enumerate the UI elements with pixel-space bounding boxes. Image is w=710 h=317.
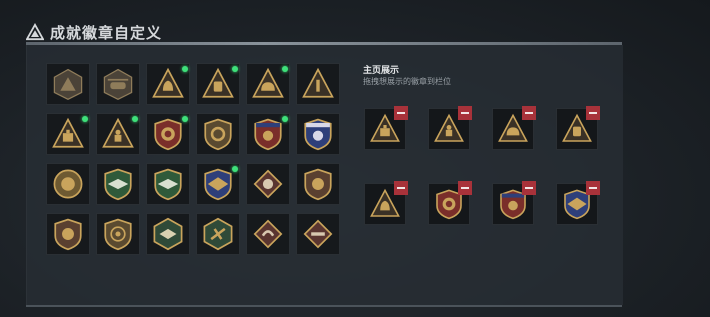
bell-triangle-badge-icon: [152, 67, 184, 98]
badge-cell[interactable]: [96, 63, 140, 105]
target-shield-badge-icon: [104, 218, 132, 251]
new-indicator: [232, 166, 238, 172]
showcase-slot[interactable]: [428, 106, 472, 150]
lion-shield-badge-icon: [54, 218, 82, 251]
badge-cell[interactable]: [196, 63, 240, 105]
triangle-logo-icon: [26, 23, 44, 41]
new-indicator: [232, 66, 238, 72]
badge-cell[interactable]: [246, 113, 290, 155]
dragon-diamond-badge-icon: [253, 219, 283, 249]
showcase-slot[interactable]: [556, 181, 600, 225]
remove-button[interactable]: [458, 181, 472, 195]
badge-cell[interactable]: [296, 213, 340, 255]
minus-icon: [397, 187, 405, 189]
badge-cell[interactable]: [196, 113, 240, 155]
minus-icon: [525, 187, 533, 189]
badge-cell[interactable]: [296, 113, 340, 155]
divider: [26, 305, 622, 307]
showcase-slot[interactable]: [556, 106, 600, 150]
showcase-subtitle: 拖拽想展示的徽章到栏位: [363, 77, 451, 86]
minus-icon: [461, 112, 469, 114]
eagle-hexagon-badge-icon: [153, 217, 183, 251]
green-wings-shield-badge-icon: [104, 168, 132, 201]
remove-button[interactable]: [522, 106, 536, 120]
showcase-title: 主页展示: [363, 66, 400, 76]
number-one-triangle-badge-icon: [302, 67, 334, 98]
gun-diamond-badge-icon: [303, 219, 333, 249]
showcase-slot[interactable]: [492, 106, 536, 150]
badge-cell[interactable]: [146, 113, 190, 155]
badge-cell[interactable]: [46, 163, 90, 205]
mountain-triangle-badge-icon: [53, 68, 83, 101]
badge-cell[interactable]: [96, 163, 140, 205]
badge-cell[interactable]: [46, 213, 90, 255]
showcase-slot[interactable]: [364, 181, 408, 225]
badge-cell[interactable]: [146, 163, 190, 205]
shield-gear-badge-icon: [204, 118, 232, 151]
helmet-triangle-badge-icon: [252, 67, 284, 98]
soldier-triangle-badge-icon: [102, 117, 134, 148]
sunburst-shield-badge-icon: [154, 118, 182, 151]
plane-hexagon-badge-icon: [203, 217, 233, 251]
new-indicator: [132, 116, 138, 122]
star-crest-badge-icon: [254, 118, 282, 151]
lion-shield-badge-icon: [304, 168, 332, 201]
badge-cell[interactable]: [196, 213, 240, 255]
page-title: 成就徽章自定义: [50, 23, 163, 42]
remove-button[interactable]: [586, 181, 600, 195]
badge-cell[interactable]: [96, 113, 140, 155]
new-indicator: [182, 66, 188, 72]
minus-icon: [461, 187, 469, 189]
blue-star-crest-badge-icon: [304, 118, 332, 151]
new-indicator: [282, 116, 288, 122]
badge-cell[interactable]: [246, 163, 290, 205]
new-indicator: [282, 66, 288, 72]
helicopter-badge-icon: [103, 68, 133, 101]
green-wings-shield-badge-icon: [154, 168, 182, 201]
blue-eagle-shield-badge-icon: [204, 168, 232, 201]
badge-cell[interactable]: [46, 63, 90, 105]
remove-button[interactable]: [586, 106, 600, 120]
badge-cell[interactable]: [296, 63, 340, 105]
backpack-triangle-badge-icon: [202, 67, 234, 98]
badge-cell[interactable]: [146, 63, 190, 105]
badge-cell[interactable]: [246, 63, 290, 105]
remove-button[interactable]: [394, 106, 408, 120]
showcase-slot[interactable]: [492, 181, 536, 225]
new-indicator: [82, 116, 88, 122]
remove-button[interactable]: [522, 181, 536, 195]
minus-icon: [525, 112, 533, 114]
header: 成就徽章自定义: [26, 20, 162, 44]
remove-button[interactable]: [458, 106, 472, 120]
new-indicator: [182, 116, 188, 122]
showcase-slot[interactable]: [428, 181, 472, 225]
badge-cell[interactable]: [196, 163, 240, 205]
badge-cell[interactable]: [46, 113, 90, 155]
weight-triangle-badge-icon: [52, 117, 84, 148]
remove-button[interactable]: [394, 181, 408, 195]
lion-round-badge-icon: [53, 169, 83, 199]
minus-icon: [589, 187, 597, 189]
badge-cell[interactable]: [246, 213, 290, 255]
showcase-slot[interactable]: [364, 106, 408, 150]
badge-cell[interactable]: [96, 213, 140, 255]
badge-cell[interactable]: [296, 163, 340, 205]
minus-icon: [589, 112, 597, 114]
minus-icon: [397, 112, 405, 114]
tiger-diamond-badge-icon: [253, 169, 283, 199]
badge-cell[interactable]: [146, 213, 190, 255]
